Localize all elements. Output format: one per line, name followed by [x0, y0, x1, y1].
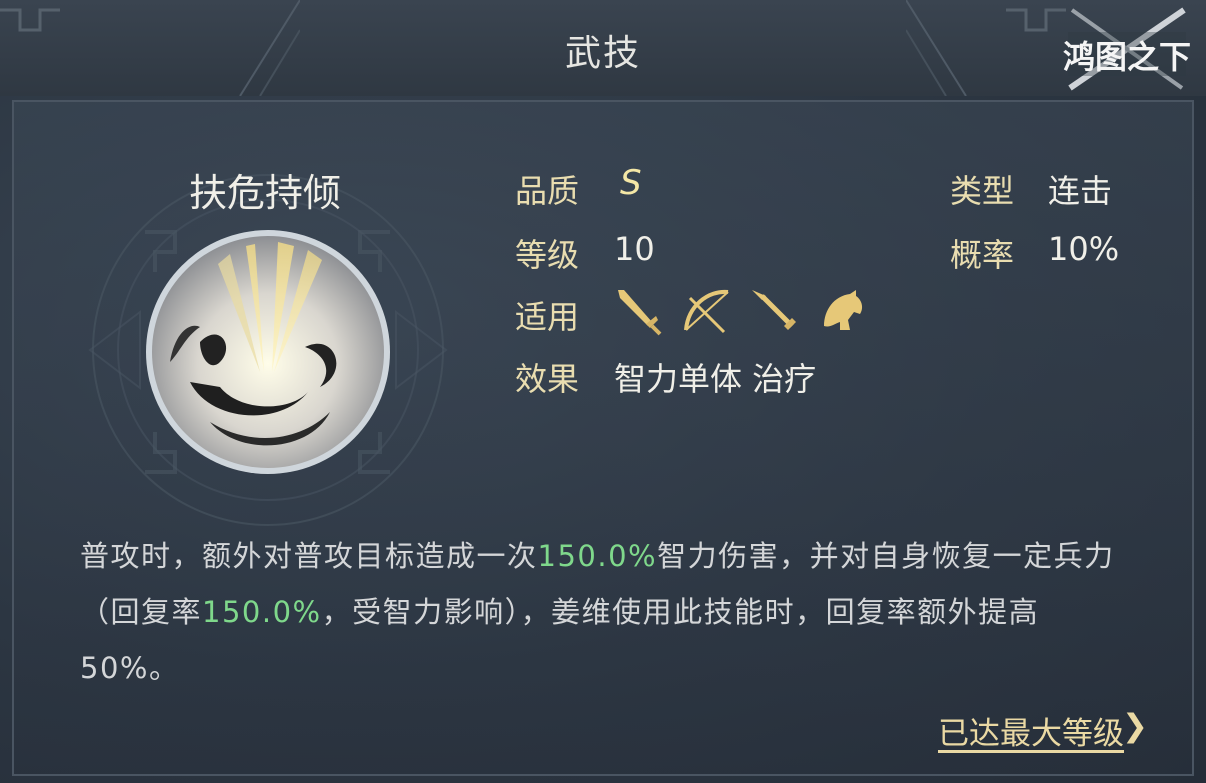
skill-panel: 武技 鸿图之下 扶危持倾 品质 S 类型 连击 等级 10 概率 10% 适用 … — [0, 0, 1206, 783]
type-label: 类型 — [950, 172, 1015, 210]
level-value: 10 — [614, 230, 655, 268]
chevron-right-icon[interactable]: ❯ — [1122, 708, 1148, 744]
sword-icon — [618, 290, 662, 336]
game-logo: 鸿图之下 — [1063, 7, 1191, 91]
skill-description: 普攻时，额外对普攻目标造成一次150.0%智力伤害，并对自身恢复一定兵力（回复率… — [80, 528, 1130, 696]
desc-text-1: 普攻时，额外对普攻目标造成一次 — [80, 539, 538, 573]
applicable-label: 适用 — [515, 298, 580, 336]
effect-label: 效果 — [515, 360, 580, 398]
bow-icon — [684, 289, 729, 334]
horse-icon — [824, 290, 863, 330]
skill-name: 扶危持倾 — [188, 171, 341, 215]
spear-icon — [752, 290, 796, 330]
header-bar: 武技 鸿图之下 — [0, 0, 1206, 96]
quality-value: S — [620, 163, 642, 203]
desc-value-recovery: 150.0% — [202, 595, 322, 629]
logo-text: 鸿图之下 — [1063, 38, 1191, 76]
type-value: 连击 — [1048, 172, 1113, 210]
skill-emblem — [88, 174, 448, 526]
rate-label: 概率 — [950, 236, 1015, 274]
desc-value-damage: 150.0% — [537, 539, 658, 573]
quality-label: 品质 — [515, 172, 580, 210]
max-level-link[interactable]: 已达最大等级 — [938, 708, 1124, 753]
rate-value: 10% — [1048, 230, 1120, 268]
effect-value: 智力单体 治疗 — [614, 360, 817, 398]
page-title: 武技 — [564, 33, 641, 74]
level-label: 等级 — [515, 236, 580, 274]
